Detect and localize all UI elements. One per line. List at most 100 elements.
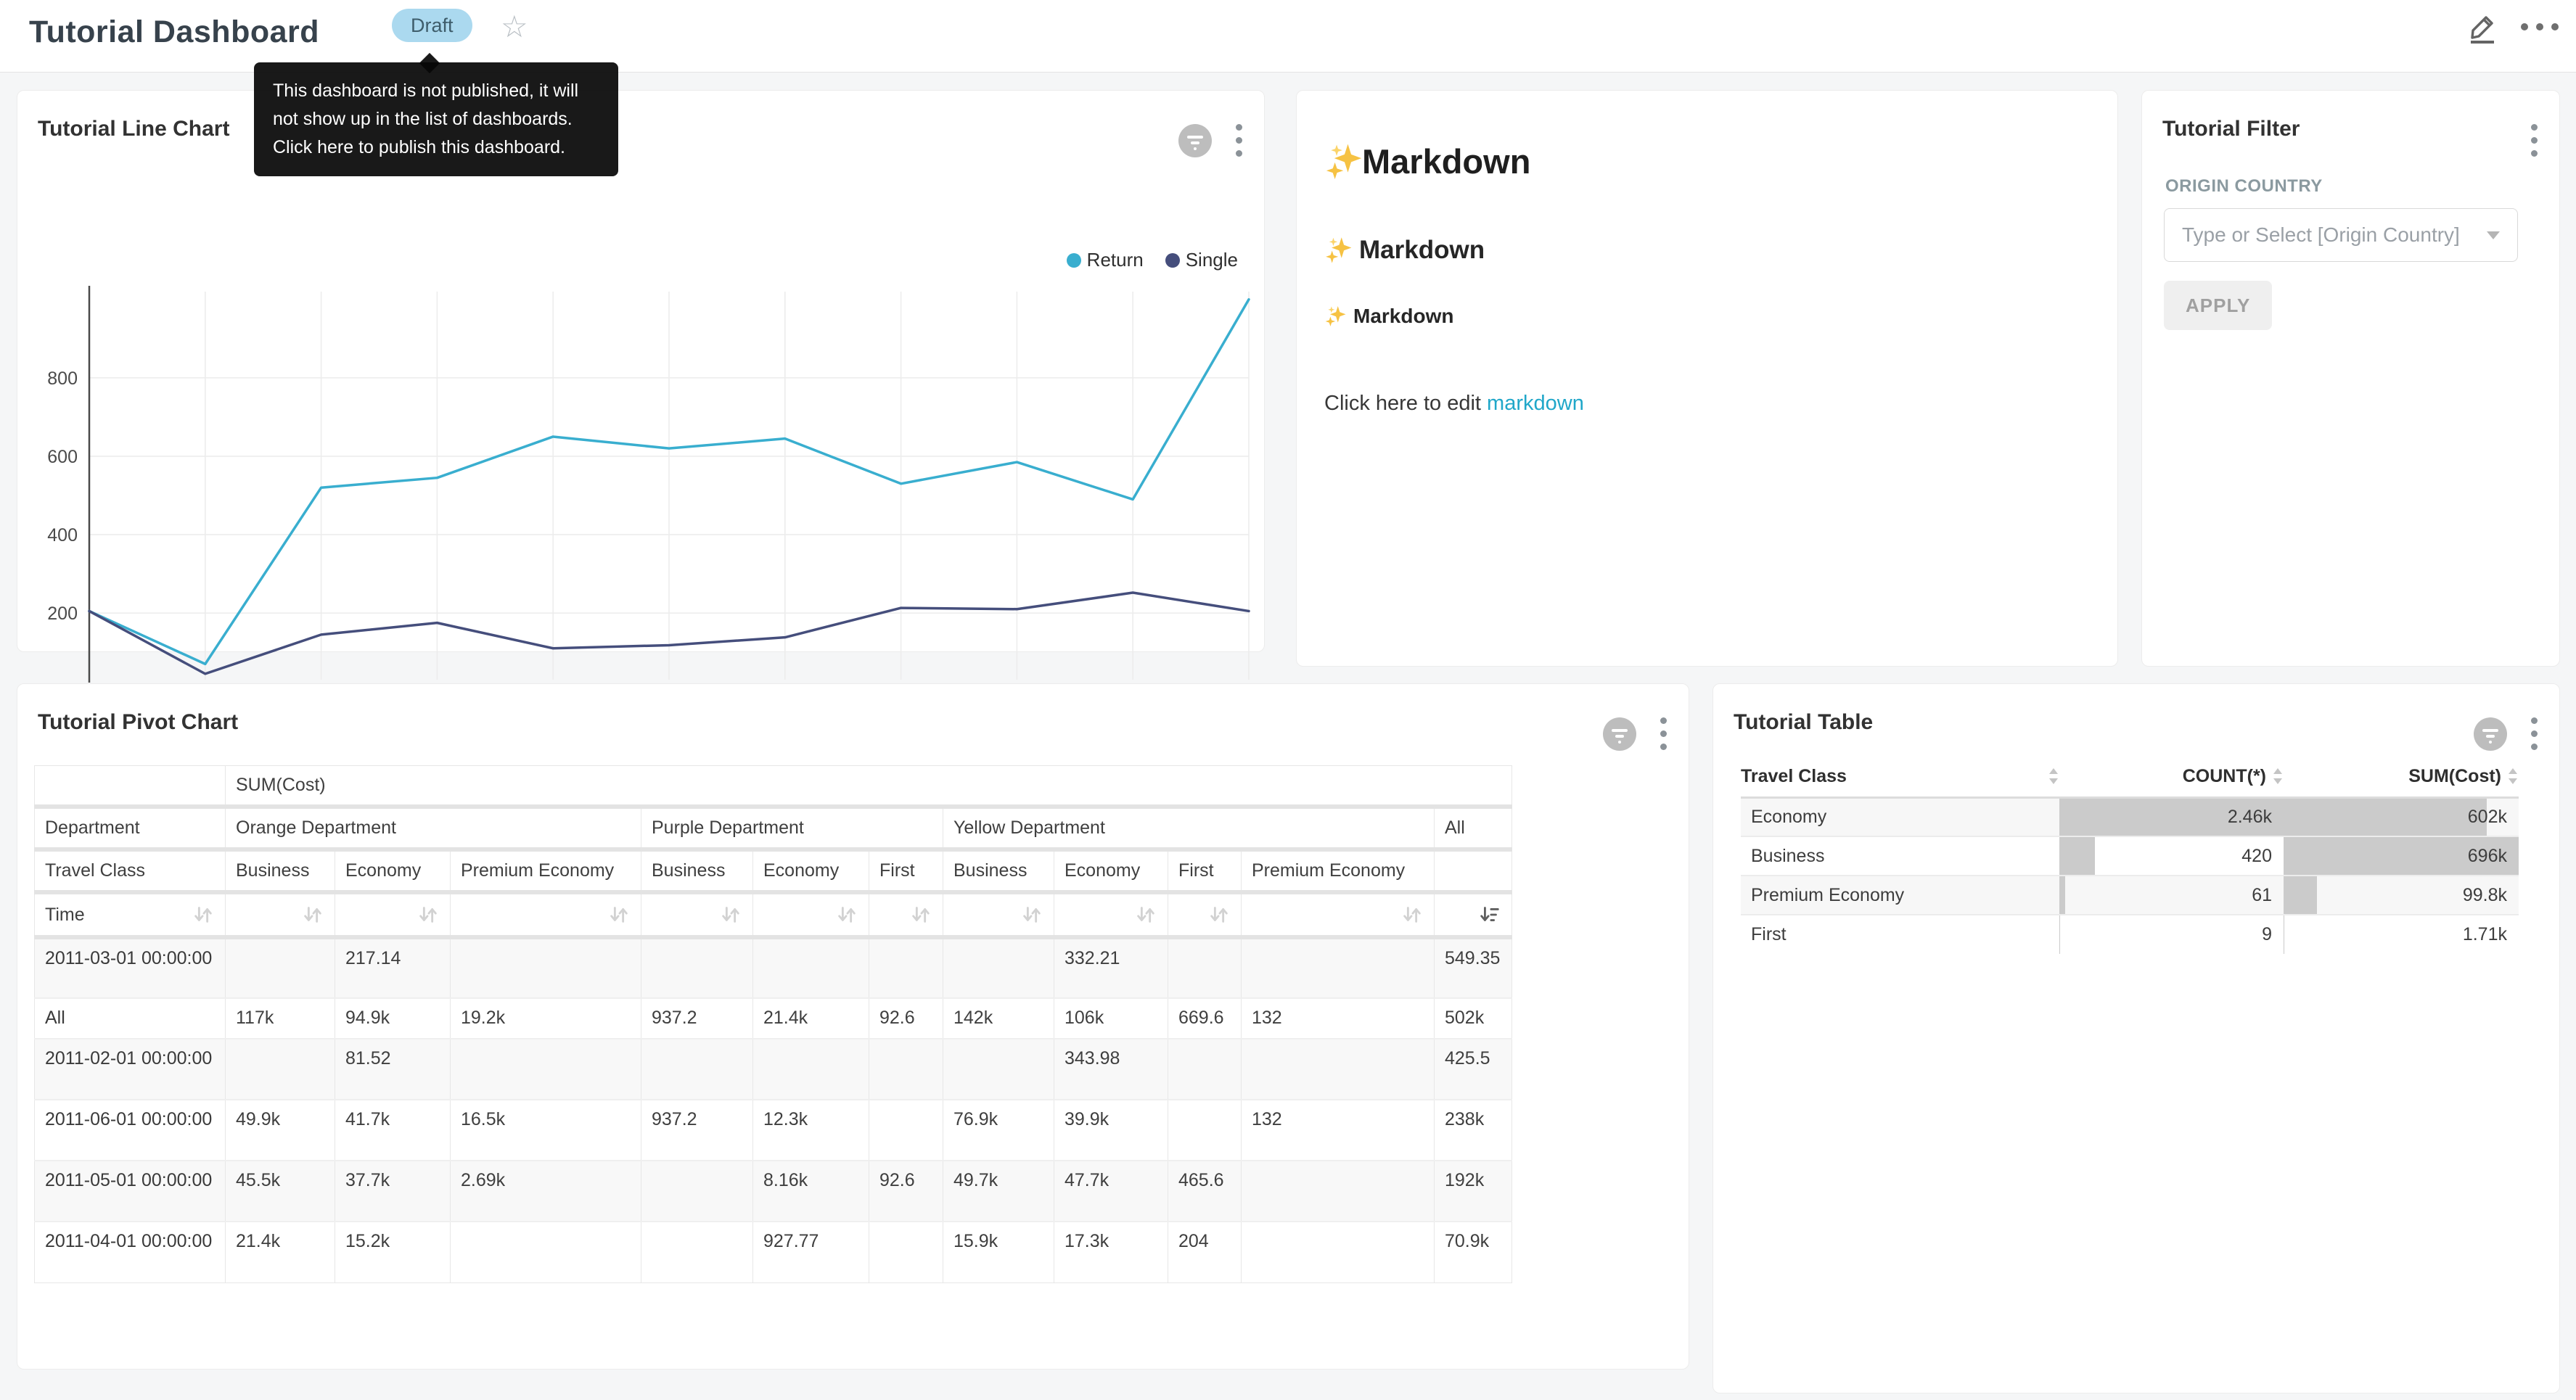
svg-text:400: 400 [47,525,78,545]
sort-icon[interactable] [192,903,215,926]
markdown-paragraph-text: Click here to edit [1324,392,1487,415]
pivot-class-col: First [1168,849,1242,892]
kebab-menu-icon[interactable] [2528,121,2540,160]
pivot-class-col: First [869,849,943,892]
summary-table-title: Tutorial Table [1734,710,1873,735]
sort-icon[interactable] [1207,903,1231,926]
table-row: Premium Economy 61 99.8k [1741,876,2519,915]
pivot-class-col: Premium Economy [1242,849,1435,892]
draft-badge[interactable]: Draft [392,9,472,42]
legend-item-single[interactable]: Single [1165,249,1238,271]
pivot-row: 2011-03-01 00:00:00 217.14332.21549.35 [35,937,1512,998]
markdown-heading-3: Markdown [1324,305,1453,328]
pivot-class-row: Travel Class Business Economy Premium Ec… [35,849,1512,892]
pivot-class-col: Business [641,849,753,892]
markdown-h1-text: Markdown [1362,141,1530,181]
pivot-metric-header: SUM(Cost) [226,766,1512,807]
pivot-chart-card: Tutorial Pivot Chart SUM(Cost) Departmen… [17,683,1689,1370]
pivot-class-col: Economy [335,849,451,892]
sort-icon[interactable] [301,903,324,926]
filter-card-title: Tutorial Filter [2162,117,2300,141]
sort-icon[interactable] [417,903,440,926]
pivot-row: 2011-02-01 00:00:00 81.52343.98425.5 [35,1039,1512,1100]
origin-country-label: ORIGIN COUNTRY [2165,176,2323,197]
pivot-class-col: Premium Economy [451,849,641,892]
page-title: Tutorial Dashboard [29,15,319,50]
cell-bar [2284,799,2487,836]
cell-bar [2059,837,2095,875]
cell-bar [2284,876,2317,914]
kebab-menu-icon[interactable] [1233,121,1245,160]
column-header-count[interactable]: COUNT(*) [2059,757,2284,797]
favorite-star-icon[interactable]: ☆ [501,9,528,44]
ellipsis-menu-icon[interactable] [2521,23,2559,30]
edit-pencil-icon[interactable] [2466,9,2501,44]
legend-item-return[interactable]: Return [1067,249,1144,271]
column-header-sum-cost[interactable]: SUM(Cost) [2284,757,2519,797]
sort-desc-icon[interactable] [1478,903,1501,926]
draft-tooltip: This dashboard is not published, it will… [254,62,618,176]
pivot-time-row: Time [35,892,1512,937]
summary-table-card: Tutorial Table Travel Class COUNT(*) SUM… [1712,683,2560,1393]
svg-text:800: 800 [47,368,78,389]
sort-icon[interactable] [1020,903,1043,926]
pivot-department-label: Department [35,807,226,849]
sort-icon [2048,767,2059,786]
legend-dot-return [1067,253,1081,268]
line-chart-plot: 200400600800FebruaryMarchAprilMayJuneJul… [55,281,1252,734]
markdown-heading-2: Markdown [1324,236,1485,265]
sort-icon [2507,767,2519,786]
chevron-down-icon [2487,231,2500,239]
sort-icon[interactable] [909,903,932,926]
sort-icon[interactable] [1400,903,1424,926]
pivot-class-col: Economy [1054,849,1168,892]
svg-text:600: 600 [47,447,78,467]
apply-button[interactable]: APPLY [2164,281,2272,330]
select-placeholder: Type or Select [Origin Country] [2182,223,2487,247]
markdown-edit-link[interactable]: markdown [1487,392,1584,415]
filter-badge-icon[interactable] [2473,717,2508,752]
kebab-menu-icon[interactable] [2528,715,2540,753]
sparkle-icon [1324,305,1346,327]
pivot-class-col-empty [1435,849,1512,892]
table-row: First 9 1.71k [1741,915,2519,954]
filter-card: Tutorial Filter ORIGIN COUNTRY Type or S… [2141,90,2560,667]
legend-label-return: Return [1087,249,1144,271]
table-row: Business 420 696k [1741,836,2519,876]
markdown-h3-text: Markdown [1353,305,1453,328]
sort-icon[interactable] [719,903,742,926]
pivot-table: SUM(Cost) Department Orange Department P… [34,765,1512,1283]
pivot-row: 2011-06-01 00:00:00 49.9k41.7k16.5k937.2… [35,1100,1512,1161]
legend-dot-single [1165,253,1180,268]
sparkle-icon [1324,143,1362,181]
pivot-row: 2011-05-01 00:00:00 45.5k37.7k2.69k8.16k… [35,1161,1512,1222]
sparkle-icon [1324,236,1352,264]
pivot-department-row: Department Orange Department Purple Depa… [35,807,1512,849]
line-chart-title: Tutorial Line Chart [38,117,229,141]
filter-badge-icon[interactable] [1178,123,1213,158]
sort-icon[interactable] [1134,903,1157,926]
pivot-class-col: Business [226,849,335,892]
table-row: Economy 2.46k 602k [1741,797,2519,836]
sort-icon[interactable] [835,903,858,926]
app-header: Tutorial Dashboard Draft ☆ [0,0,2576,73]
markdown-heading-1: Markdown [1324,141,1530,181]
tooltip-text: This dashboard is not published, it will… [273,77,599,162]
pivot-dept-yellow: Yellow Department [943,807,1435,849]
origin-country-select[interactable]: Type or Select [Origin Country] [2164,208,2518,262]
pivot-row: 2011-04-01 00:00:00 21.4k15.2k927.7715.9… [35,1222,1512,1282]
markdown-h2-text: Markdown [1359,236,1485,265]
kebab-menu-icon[interactable] [1657,715,1670,753]
sort-icon[interactable] [607,903,631,926]
pivot-row: All 117k94.9k19.2k937.221.4k92.6142k106k… [35,998,1512,1039]
pivot-dept-all: All [1435,807,1512,849]
summary-header-row: Travel Class COUNT(*) SUM(Cost) [1741,757,2519,797]
column-header-travel-class[interactable]: Travel Class [1741,757,2059,797]
line-chart-card: Tutorial Line Chart Return Single 200400… [17,90,1265,652]
markdown-card: Markdown Markdown Markdown Click here to… [1296,90,2118,667]
filter-badge-icon[interactable] [1602,717,1637,752]
pivot-class-col: Economy [753,849,869,892]
summary-table: Travel Class COUNT(*) SUM(Cost) Economy … [1741,757,2519,954]
cell-bar [2059,876,2065,914]
pivot-chart-title: Tutorial Pivot Chart [38,710,238,735]
